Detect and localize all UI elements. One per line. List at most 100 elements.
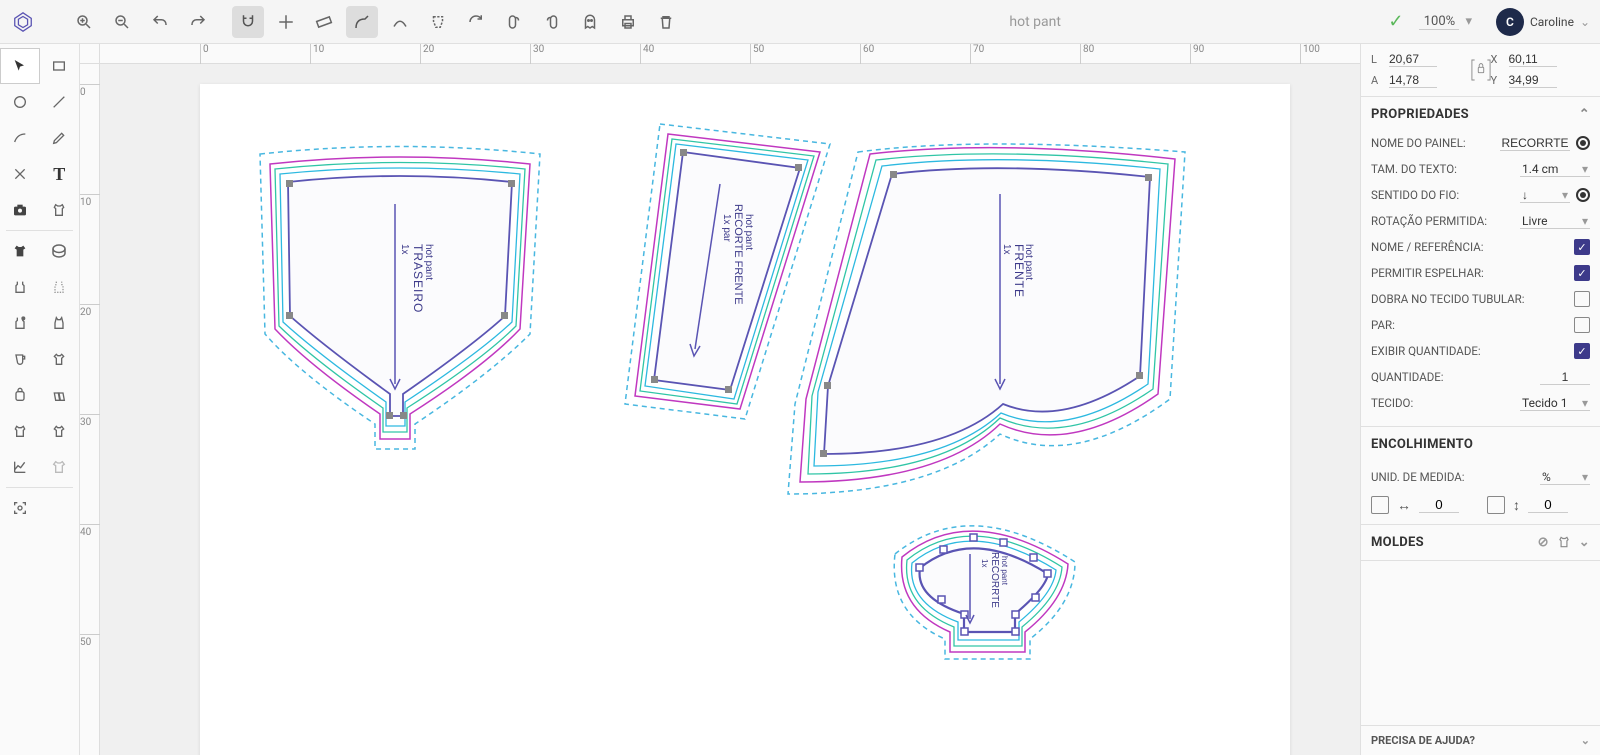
mold-piece-icon[interactable]: [1557, 535, 1571, 550]
bodice-icon[interactable]: [40, 192, 80, 228]
bags-icon[interactable]: [40, 377, 80, 413]
curve-icon[interactable]: [384, 6, 416, 38]
target-icon[interactable]: [1576, 136, 1590, 150]
tank-outline-icon[interactable]: [0, 269, 40, 305]
name-ref-checkbox[interactable]: [1574, 239, 1590, 255]
magnet-icon[interactable]: [232, 6, 264, 38]
svg-text:hot pant: hot pant: [1000, 556, 1009, 586]
bodice3-icon[interactable]: [40, 413, 80, 449]
ruler-icon[interactable]: [308, 6, 340, 38]
print-icon[interactable]: [612, 6, 644, 38]
backpack-icon[interactable]: [0, 377, 40, 413]
pattern-shape-icon[interactable]: [422, 6, 454, 38]
y-field[interactable]: [1509, 73, 1557, 88]
tubular-checkbox[interactable]: [1574, 291, 1590, 307]
help-footer[interactable]: PRECISA DE AJUDA? ⌄: [1361, 725, 1600, 755]
app-logo[interactable]: [10, 9, 36, 35]
top-toolbar: hot pant ✓ 100% ▾ C Caroline ⌄: [0, 0, 1600, 44]
roll-right-icon[interactable]: [536, 6, 568, 38]
pair-checkbox[interactable]: [1574, 317, 1590, 333]
vertical-arrow-icon: ↕: [1513, 497, 1520, 514]
svg-text:1x: 1x: [1001, 244, 1012, 255]
mirror-checkbox[interactable]: [1574, 265, 1590, 281]
shirt-filled-icon[interactable]: [0, 233, 40, 269]
height-field[interactable]: [1389, 73, 1437, 88]
panel-name-input[interactable]: [1500, 136, 1570, 151]
rectangle-icon[interactable]: [40, 48, 80, 84]
pattern-piece-traseiro[interactable]: hot pant TRASEIRO 1x: [260, 147, 540, 450]
focus-icon[interactable]: [0, 490, 40, 526]
crosshair-icon[interactable]: [270, 6, 302, 38]
shrink-v-checkbox[interactable]: [1487, 496, 1505, 514]
horizontal-ruler: 0 10 20 30 40 50 60 70 80 90 100: [100, 44, 1360, 64]
chevron-down-icon[interactable]: ⌄: [1580, 15, 1590, 29]
collapse-icon[interactable]: ⌃: [1579, 107, 1590, 122]
shrink-section: ENCOLHIMENTO UNID. DE MEDIDA: %▾ ↔ ↕: [1361, 427, 1600, 525]
redo-icon[interactable]: [182, 6, 214, 38]
svg-text:1x: 1x: [980, 559, 989, 567]
chart-icon[interactable]: [0, 449, 40, 485]
pen-tool-icon[interactable]: [346, 6, 378, 38]
zoom-out-icon[interactable]: [106, 6, 138, 38]
show-qty-checkbox[interactable]: [1574, 343, 1590, 359]
shrink-h-checkbox[interactable]: [1371, 496, 1389, 514]
pattern-piece-recorrte[interactable]: hot pant RECORRTE 1x: [894, 526, 1075, 659]
curve-draw-icon[interactable]: [0, 120, 40, 156]
user-menu[interactable]: C Caroline ⌄: [1496, 8, 1590, 36]
ghost-icon[interactable]: [574, 6, 606, 38]
camera-icon[interactable]: [0, 192, 40, 228]
horizontal-arrow-icon: ↔: [1397, 497, 1411, 514]
roll-left-icon[interactable]: [498, 6, 530, 38]
molds-section: MOLDES ⊘ ⌄: [1361, 525, 1600, 561]
tank-dashed-icon[interactable]: [40, 269, 80, 305]
svg-text:TRASEIRO: TRASEIRO: [411, 244, 425, 313]
left-toolbar: T: [0, 44, 80, 755]
chevron-down-icon[interactable]: ▾: [1465, 14, 1472, 29]
shrink-h-input[interactable]: [1419, 497, 1459, 513]
text-icon[interactable]: T: [40, 156, 80, 192]
mold-disable-icon[interactable]: ⊘: [1538, 535, 1549, 550]
chevron-down-icon[interactable]: ⌄: [1579, 535, 1590, 550]
canvas[interactable]: hot pant TRASEIRO 1x: [100, 64, 1360, 755]
shrink-v-input[interactable]: [1528, 497, 1568, 513]
quantity-input[interactable]: [1540, 370, 1590, 385]
pattern-piece-recorte-frente[interactable]: hot pant RECORTE FRENTE 1x par: [625, 124, 830, 419]
lock-icon[interactable]: [1471, 53, 1491, 87]
ruler-corner: [80, 44, 100, 64]
zoom-value[interactable]: 100%: [1419, 14, 1459, 30]
section-title: PROPRIEDADES: [1371, 107, 1469, 122]
line-icon[interactable]: [40, 84, 80, 120]
svg-text:RECORTE FRENTE: RECORTE FRENTE: [732, 204, 744, 305]
trash-icon[interactable]: [650, 6, 682, 38]
pencil-icon[interactable]: [40, 120, 80, 156]
circle-icon[interactable]: [0, 84, 40, 120]
armor-icon[interactable]: [40, 341, 80, 377]
sleeve-dot-icon[interactable]: [0, 305, 40, 341]
rotation-select[interactable]: Livre▾: [1520, 214, 1590, 229]
document-name[interactable]: hot pant: [885, 14, 1185, 30]
width-field[interactable]: [1389, 52, 1437, 67]
arrow-select-icon[interactable]: [0, 48, 40, 84]
vest-icon[interactable]: [40, 305, 80, 341]
unit-select[interactable]: %▾: [1540, 470, 1590, 485]
chevron-down-icon[interactable]: ⌄: [1581, 734, 1590, 747]
page-area[interactable]: hot pant TRASEIRO 1x: [200, 84, 1290, 755]
refresh-icon[interactable]: [460, 6, 492, 38]
scissors-icon[interactable]: [0, 156, 40, 192]
empty-cell: [40, 490, 80, 526]
x-field[interactable]: [1509, 52, 1557, 67]
svg-text:RECORRTE: RECORRTE: [989, 552, 1000, 608]
bodice2-icon[interactable]: [0, 413, 40, 449]
zoom-control[interactable]: 100% ▾: [1419, 14, 1472, 30]
zoom-in-icon[interactable]: [68, 6, 100, 38]
shirt-ghost-icon[interactable]: [40, 449, 80, 485]
undo-icon[interactable]: [144, 6, 176, 38]
fabric-select[interactable]: Tecido 1▾: [1520, 396, 1590, 411]
cup-icon[interactable]: [0, 341, 40, 377]
grain-select[interactable]: ↓▾: [1520, 188, 1570, 203]
text-size-select[interactable]: 1.4 cm▾: [1520, 162, 1590, 177]
target-icon[interactable]: [1576, 188, 1590, 202]
properties-panel: L X A Y PROPRIEDADES ⌃ NOME DO PAINEL: T…: [1360, 44, 1600, 755]
pattern-piece-frente[interactable]: hot pant FRENTE 1x: [788, 144, 1185, 494]
measure-tape-icon[interactable]: [40, 233, 80, 269]
